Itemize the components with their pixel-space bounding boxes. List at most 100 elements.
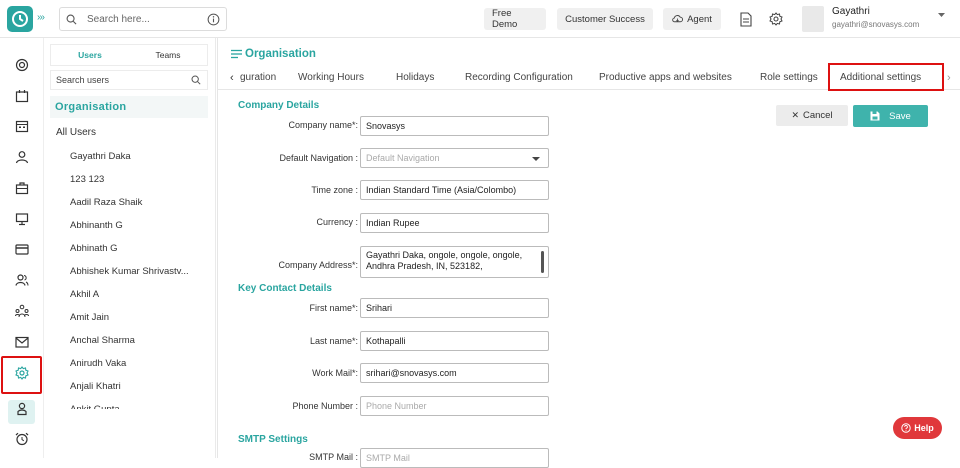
- tab-teams[interactable]: Teams: [129, 45, 207, 65]
- smtp-mail-input[interactable]: [360, 448, 549, 468]
- alarm-icon[interactable]: [8, 429, 36, 449]
- user-list-item[interactable]: Anirudh Vaka: [70, 358, 210, 381]
- user-list-item[interactable]: Amit Jain: [70, 312, 210, 335]
- active-tab-highlight: [828, 63, 944, 91]
- user-list-item[interactable]: 123 123: [70, 174, 210, 197]
- monitor-icon[interactable]: [8, 209, 36, 229]
- last-name-field[interactable]: Kothapalli: [360, 331, 549, 351]
- page-title: Organisation: [231, 48, 316, 60]
- user-list-item[interactable]: Aadil Raza Shaik: [70, 197, 210, 220]
- scroll-left-icon[interactable]: ‹: [230, 72, 234, 84]
- info-icon[interactable]: [207, 13, 220, 26]
- user-list-item[interactable]: Anjali Khatri: [70, 381, 210, 404]
- global-search[interactable]: [59, 7, 227, 31]
- tab-role-settings[interactable]: Role settings: [760, 72, 818, 83]
- save-button[interactable]: Save: [853, 105, 928, 127]
- default-navigation-placeholder: Default Navigation: [366, 153, 440, 163]
- user-list-item[interactable]: Akhil A: [70, 289, 210, 312]
- last-name-label: Last name*:: [309, 336, 358, 346]
- dropdown-arrow-icon: [532, 157, 540, 161]
- currency-field[interactable]: Indian Rupee: [360, 213, 549, 233]
- tab-recording-configuration[interactable]: Recording Configuration: [465, 72, 573, 83]
- time-zone-label: Time zone :: [311, 185, 358, 195]
- credit-card-icon[interactable]: [8, 239, 36, 259]
- help-label: Help: [914, 423, 934, 433]
- avatar[interactable]: [802, 6, 824, 32]
- default-navigation-label: Default Navigation :: [279, 153, 358, 163]
- menu-icon[interactable]: [231, 49, 242, 59]
- search-icon: [66, 14, 77, 24]
- calendar-icon[interactable]: [8, 116, 36, 136]
- tab-holidays[interactable]: Holidays: [396, 72, 434, 83]
- cancel-button[interactable]: ✕ Cancel: [776, 105, 848, 126]
- cancel-label: Cancel: [802, 110, 833, 121]
- page-title-text: Organisation: [245, 48, 316, 60]
- smtp-settings-heading: SMTP Settings: [238, 434, 308, 445]
- user-list-item[interactable]: Gayathri Daka: [70, 151, 210, 174]
- app-logo[interactable]: [7, 6, 33, 32]
- settings-gear-icon[interactable]: [766, 9, 786, 29]
- chevron-down-icon[interactable]: [938, 13, 945, 18]
- phone-number-input[interactable]: [360, 396, 549, 416]
- search-icon: [191, 75, 201, 85]
- tab-working-hours[interactable]: Working Hours: [298, 72, 364, 83]
- company-name-label: Company name*:: [288, 120, 358, 130]
- work-mail-label: Work Mail*:: [312, 368, 358, 378]
- user-icon[interactable]: [8, 147, 36, 167]
- search-input[interactable]: [87, 13, 195, 25]
- organisation-heading[interactable]: Organisation: [50, 96, 208, 118]
- company-address-field[interactable]: Gayathri Daka, ongole, ongole, ongole, A…: [360, 246, 549, 278]
- document-icon[interactable]: [736, 9, 756, 29]
- company-details-heading: Company Details: [238, 100, 320, 111]
- team-tree-icon[interactable]: [8, 301, 36, 321]
- tab-users[interactable]: Users: [51, 45, 129, 65]
- tab-configuration[interactable]: guration: [240, 72, 276, 83]
- tab-productive-apps[interactable]: Productive apps and websites: [599, 72, 732, 83]
- dashboard-icon[interactable]: [8, 55, 36, 75]
- agent-label: Agent: [687, 13, 712, 25]
- clock-logo-icon: [12, 11, 28, 27]
- currency-label: Currency :: [316, 217, 358, 227]
- users-icon[interactable]: [8, 270, 36, 290]
- free-demo-button[interactable]: Free Demo: [484, 8, 546, 30]
- company-address-label: Company Address*:: [278, 260, 358, 270]
- default-navigation-select[interactable]: Default Navigation: [360, 148, 549, 168]
- user-list-item[interactable]: Abhishek Kumar Shrivastv...: [70, 266, 210, 289]
- user-list-item[interactable]: Ankit Gupta: [70, 404, 210, 409]
- customer-success-button[interactable]: Customer Success: [557, 8, 653, 30]
- textarea-scrollbar[interactable]: [541, 251, 544, 273]
- user-team-tabs: Users Teams: [50, 44, 208, 66]
- key-contact-heading: Key Contact Details: [238, 283, 332, 294]
- user-search[interactable]: [50, 70, 208, 90]
- company-address-value: Gayathri Daka, ongole, ongole, ongole, A…: [366, 250, 523, 271]
- top-bar: ››› Free Demo Customer Success Agent Gay…: [0, 0, 960, 38]
- user-name: Gayathri: [832, 6, 870, 17]
- all-users-item[interactable]: All Users: [56, 127, 96, 138]
- smtp-mail-label: SMTP Mail :: [309, 452, 358, 462]
- user-list-item[interactable]: Abhinanth G: [70, 220, 210, 243]
- first-name-field[interactable]: Srihari: [360, 298, 549, 318]
- user-list: Gayathri Daka 123 123 Aadil Raza Shaik Abhi…: [70, 151, 210, 409]
- timesheet-icon[interactable]: [8, 86, 36, 106]
- time-zone-field[interactable]: Indian Standard Time (Asia/Colombo): [360, 180, 549, 200]
- save-label: Save: [889, 110, 911, 122]
- close-icon: ✕: [791, 110, 799, 120]
- help-button[interactable]: Help: [893, 417, 942, 439]
- user-email: gayathri@snovasys.com: [832, 20, 920, 29]
- phone-number-label: Phone Number :: [292, 401, 358, 411]
- user-panel: Users Teams Organisation All Users Gayat…: [44, 38, 216, 458]
- agent-button[interactable]: Agent: [663, 8, 721, 30]
- briefcase-icon[interactable]: [8, 178, 36, 198]
- mail-icon[interactable]: [8, 332, 36, 352]
- floppy-disk-icon: [870, 111, 880, 121]
- company-name-field[interactable]: Snovasys: [360, 116, 549, 136]
- user-search-input[interactable]: [56, 75, 176, 85]
- question-circle-icon: [901, 423, 911, 433]
- expand-sidebar-icon[interactable]: ›››: [37, 12, 45, 23]
- employee-badge-icon[interactable]: [8, 399, 36, 419]
- user-list-item[interactable]: Abhinath G: [70, 243, 210, 266]
- user-list-item[interactable]: Anchal Sharma: [70, 335, 210, 358]
- scroll-right-icon[interactable]: ›: [947, 72, 951, 84]
- work-mail-field[interactable]: srihari@snovasys.com: [360, 363, 549, 383]
- first-name-label: First name*:: [309, 303, 358, 313]
